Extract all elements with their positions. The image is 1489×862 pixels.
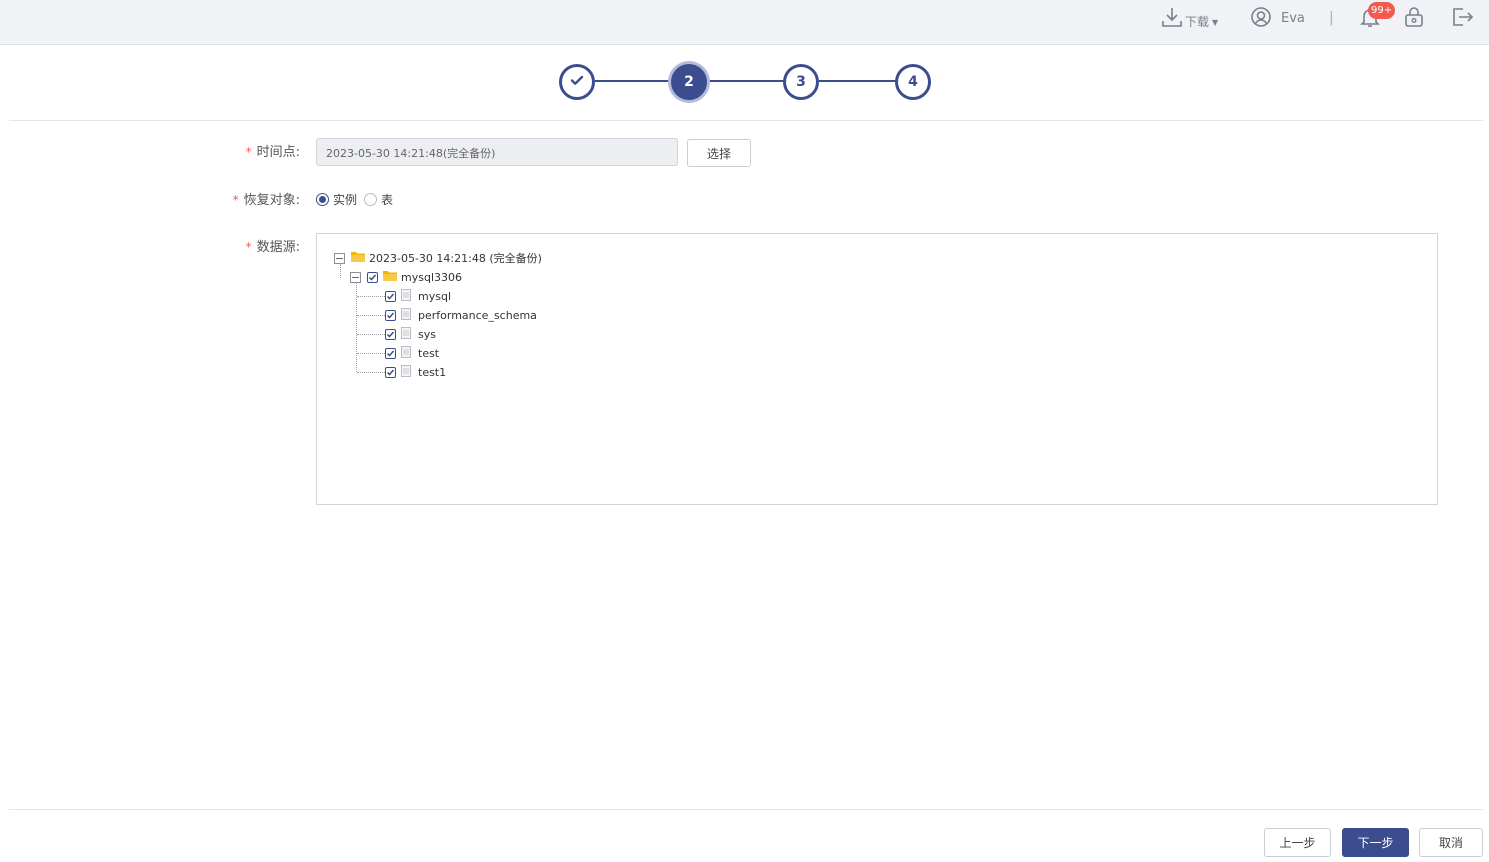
user-menu[interactable]: Eva xyxy=(1250,0,1305,36)
time-point-input[interactable]: 2023-05-30 14:21:48(完全备份) xyxy=(316,138,678,166)
tree-node-database[interactable]: performance_schema xyxy=(385,307,537,323)
download-label: 下载 xyxy=(1185,14,1210,29)
tree-node-label: test1 xyxy=(418,365,447,379)
step-1-completed xyxy=(559,64,595,100)
checkbox-checked[interactable] xyxy=(385,290,396,302)
download-button[interactable]: 下载 ▼ xyxy=(1161,0,1218,36)
header-divider xyxy=(9,120,1483,121)
tree-node-instance[interactable]: − mysql3306 xyxy=(350,269,462,285)
step-2-current: 2 xyxy=(671,64,707,100)
tree-node-root[interactable]: − 2023-05-30 14:21:48 (完全备份) xyxy=(334,250,542,266)
wizard-steps: 2 3 4 xyxy=(0,45,1489,120)
user-icon xyxy=(1250,6,1272,31)
checkbox-checked[interactable] xyxy=(385,328,396,340)
document-icon xyxy=(401,326,418,342)
previous-step-button[interactable]: 上一步 xyxy=(1264,828,1331,857)
chevron-down-icon: ▼ xyxy=(1212,17,1219,27)
logout-icon xyxy=(1450,6,1474,31)
step-connector xyxy=(819,80,896,82)
checkmark-icon xyxy=(569,72,585,92)
folder-open-icon xyxy=(351,251,369,265)
tree-connector xyxy=(340,264,341,278)
tree-node-label: performance_schema xyxy=(418,308,537,322)
collapse-toggle[interactable]: − xyxy=(334,252,345,264)
tree-node-database[interactable]: sys xyxy=(385,326,436,342)
tree-node-label: test xyxy=(418,346,440,360)
tree-node-label: 2023-05-30 14:21:48 (完全备份) xyxy=(369,252,542,265)
top-bar: 下载 ▼ Eva | 99+ xyxy=(0,0,1489,45)
restore-target-radio-group: 实例 表 xyxy=(316,190,400,208)
document-icon xyxy=(401,288,418,304)
select-time-button[interactable]: 选择 xyxy=(687,139,751,167)
folder-open-icon xyxy=(383,270,401,284)
radio-instance-label[interactable]: 实例 xyxy=(333,191,357,208)
tree-connector xyxy=(357,353,385,354)
tree-connector xyxy=(357,296,385,297)
radio-table-label[interactable]: 表 xyxy=(381,191,393,208)
lock-icon xyxy=(1403,6,1425,31)
required-marker: * xyxy=(245,240,252,254)
tree-node-database[interactable]: test1 xyxy=(385,364,446,380)
step-connector xyxy=(595,80,672,82)
step-4: 4 xyxy=(895,64,931,100)
tree-node-label: sys xyxy=(418,327,436,341)
document-icon xyxy=(401,345,418,361)
checkbox-checked[interactable] xyxy=(385,309,396,321)
collapse-toggle[interactable]: − xyxy=(350,271,361,283)
user-name: Eva xyxy=(1281,10,1305,26)
required-marker: * xyxy=(245,145,252,159)
checkbox-checked[interactable] xyxy=(367,271,378,283)
required-marker: * xyxy=(232,193,239,207)
tree-node-database[interactable]: test xyxy=(385,345,439,361)
tree-connector xyxy=(357,372,385,373)
checkbox-checked[interactable] xyxy=(385,366,396,378)
step-connector xyxy=(707,80,784,82)
checkbox-checked[interactable] xyxy=(385,347,396,359)
radio-instance[interactable] xyxy=(316,192,329,206)
tree-connector xyxy=(357,315,385,316)
logout-button[interactable] xyxy=(1450,0,1474,36)
footer-divider xyxy=(9,809,1483,810)
datasource-label: * 数据源: xyxy=(245,240,300,255)
lock-button[interactable] xyxy=(1403,0,1425,36)
tree-node-label: mysql3306 xyxy=(401,270,462,284)
time-point-label: * 时间点: xyxy=(245,145,300,160)
cancel-button[interactable]: 取消 xyxy=(1419,828,1483,857)
datasource-tree: − 2023-05-30 14:21:48 (完全备份) − mysql3306… xyxy=(316,233,1438,505)
step-3: 3 xyxy=(783,64,819,100)
tree-node-database[interactable]: mysql xyxy=(385,288,451,304)
next-step-button[interactable]: 下一步 xyxy=(1342,828,1409,857)
toolbar-divider: | xyxy=(1329,10,1334,26)
download-icon xyxy=(1161,6,1183,31)
tree-connector xyxy=(357,334,385,335)
document-icon xyxy=(401,307,418,323)
document-icon xyxy=(401,364,418,380)
notification-badge: 99+ xyxy=(1368,2,1396,19)
tree-node-label: mysql xyxy=(418,289,451,303)
restore-target-label: * 恢复对象: xyxy=(232,193,300,208)
radio-table[interactable] xyxy=(364,192,378,206)
